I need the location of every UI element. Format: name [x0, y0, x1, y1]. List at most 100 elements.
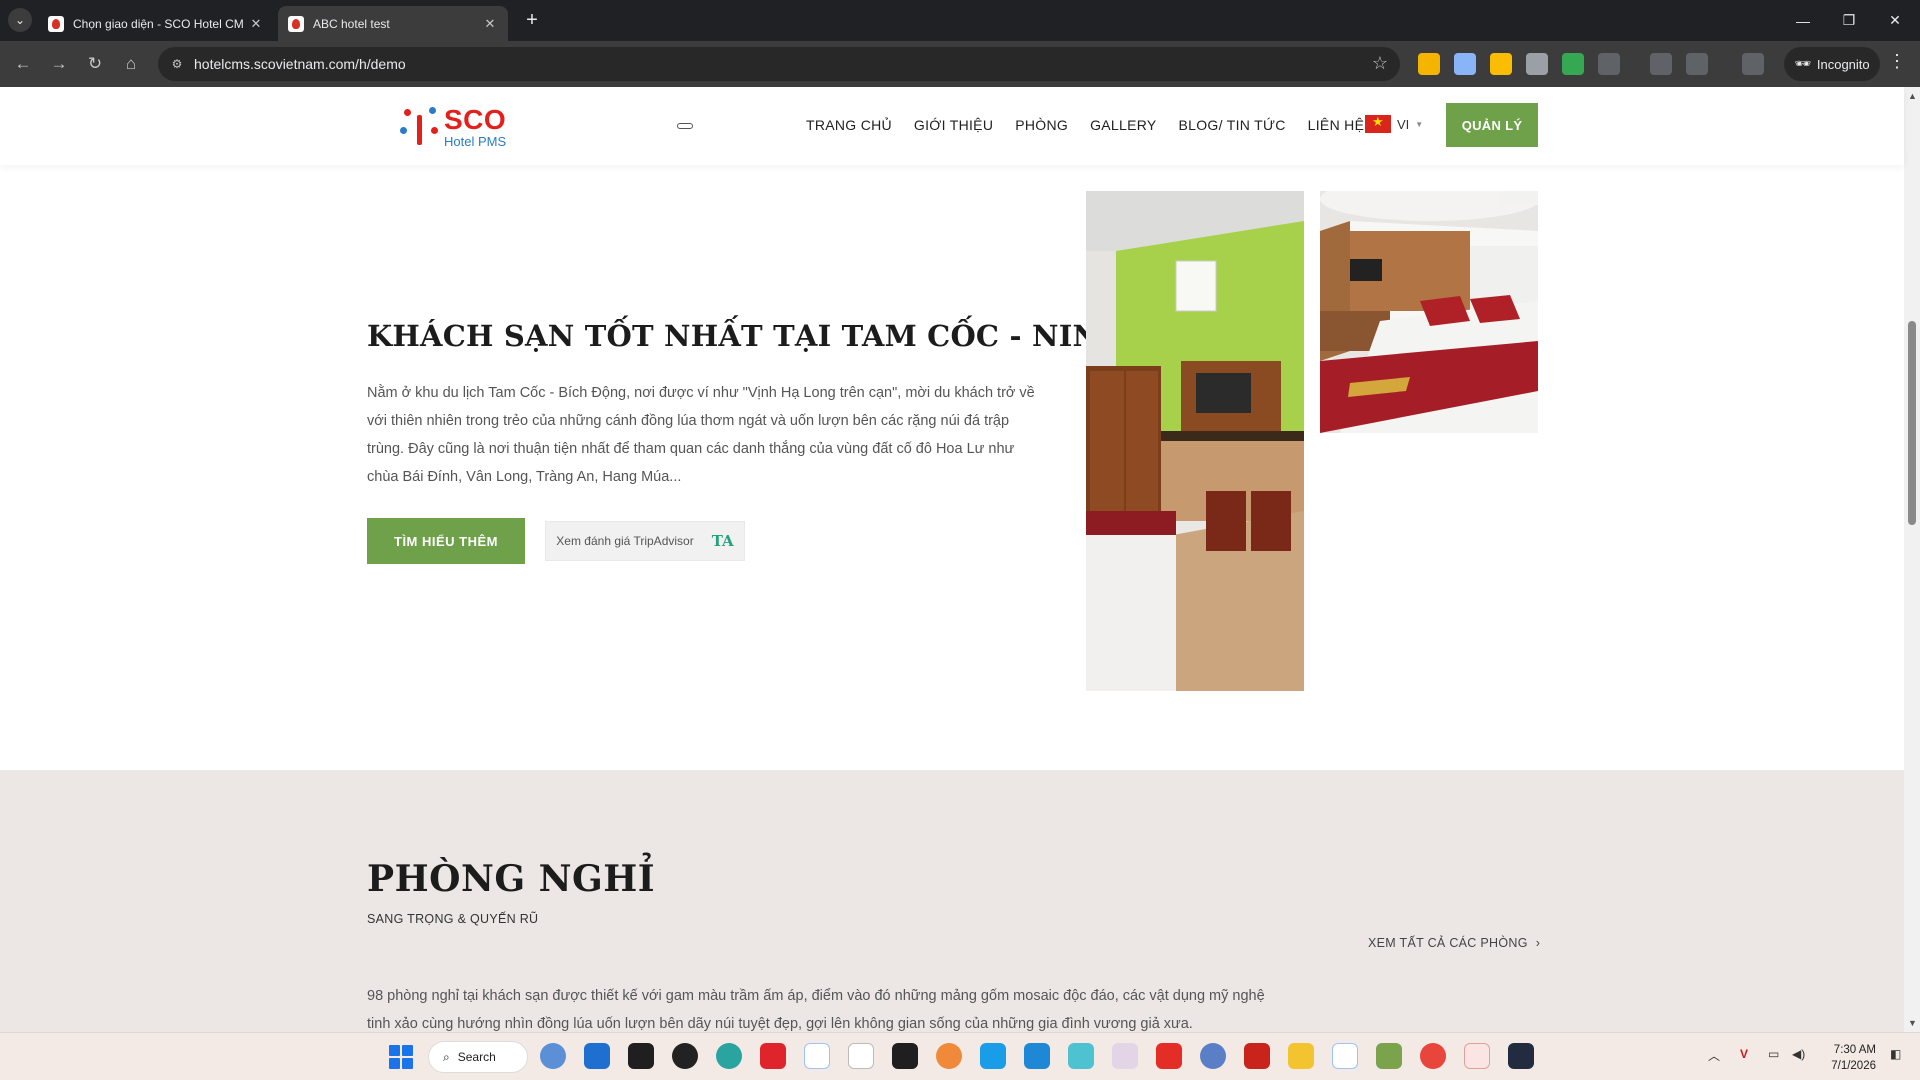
- new-tab-plus-icon[interactable]: +: [520, 8, 544, 32]
- taskbar-search-label: Search: [457, 1050, 496, 1064]
- tripadvisor-icon: TA: [711, 532, 734, 550]
- app-dark-icon[interactable]: [1508, 1043, 1534, 1069]
- room-photo-2: [1320, 191, 1538, 433]
- incognito-label: Incognito: [1816, 56, 1870, 72]
- site-logo[interactable]: SCO Hotel PMS: [400, 105, 520, 149]
- menu-item-home[interactable]: TRANG CHỦ: [806, 117, 892, 133]
- site-favicon-icon: [288, 15, 304, 32]
- browser-tab-1[interactable]: Chọn giao diện - SCO Hotel CM ✕: [38, 6, 274, 41]
- tab-close-icon[interactable]: ✕: [248, 16, 264, 32]
- extension-camera-icon[interactable]: [1526, 53, 1548, 75]
- media-controls-icon[interactable]: [1742, 53, 1764, 75]
- reload-icon[interactable]: ↻: [81, 50, 109, 78]
- home-icon[interactable]: ⌂: [117, 50, 145, 78]
- reading-list-icon[interactable]: [1650, 53, 1672, 75]
- browser-tab-2[interactable]: ABC hotel test ✕: [278, 6, 508, 41]
- manage-button[interactable]: QUẢN LÝ: [1446, 103, 1538, 147]
- app-grid-icon[interactable]: [1112, 1043, 1138, 1069]
- language-selector[interactable]: VI ▼: [1365, 114, 1423, 133]
- chevron-right-icon: ›: [1535, 936, 1541, 950]
- menu-item-contact[interactable]: LIÊN HỆ: [1308, 117, 1365, 133]
- url-text[interactable]: hotelcms.scovietnam.com/h/demo: [194, 56, 406, 72]
- tripadvisor-button[interactable]: Xem đánh giá TripAdvisor TA: [545, 521, 745, 561]
- menu-item-rooms[interactable]: PHÒNG: [1015, 117, 1068, 133]
- cloud-icon[interactable]: [1200, 1043, 1226, 1069]
- edge-icon[interactable]: [716, 1043, 742, 1069]
- file-explorer-icon[interactable]: [1288, 1043, 1314, 1069]
- extension-keep-icon[interactable]: [1418, 53, 1440, 75]
- tray-volume-icon[interactable]: ◀): [1792, 1047, 1805, 1061]
- clock-date: 7/1/2026: [1831, 1060, 1876, 1072]
- minimize-icon[interactable]: —: [1780, 0, 1826, 41]
- incognito-indicator[interactable]: 🕶 Incognito: [1784, 47, 1880, 81]
- extension-screen-icon[interactable]: [1454, 53, 1476, 75]
- taskbar-search[interactable]: ⌕ Search: [428, 1041, 528, 1073]
- extension-leaf-icon[interactable]: [1562, 53, 1584, 75]
- learn-more-button[interactable]: TÌM HIỂU THÊM: [367, 518, 525, 564]
- tab-title: Chọn giao diện - SCO Hotel CM: [73, 16, 244, 31]
- main-menu: TRANG CHỦ GIỚI THIỆU PHÒNG GALLERY BLOG/…: [806, 117, 1386, 133]
- tab-title: ABC hotel test: [313, 16, 390, 31]
- snipping-tool-icon[interactable]: [848, 1043, 874, 1069]
- filezilla-icon[interactable]: [1244, 1043, 1270, 1069]
- scroll-up-icon[interactable]: ▲: [1908, 91, 1917, 101]
- scroll-down-icon[interactable]: ▼: [1908, 1018, 1917, 1028]
- page-viewport: SCO Hotel PMS TRANG CHỦ GIỚI THIỆU PHÒNG…: [0, 87, 1920, 1032]
- forward-arrow-right-icon[interactable]: →: [45, 50, 73, 78]
- bookmark-star-icon[interactable]: ☆: [1372, 53, 1388, 74]
- tripadvisor-label: Xem đánh giá TripAdvisor: [556, 534, 694, 548]
- browser-toolbar: ← → ↻ ⌂ ⚙ hotelcms.scovietnam.com/h/demo…: [0, 41, 1920, 87]
- app-s-icon[interactable]: [760, 1043, 786, 1069]
- start-windows-icon[interactable]: [389, 1045, 413, 1069]
- browser-tab-strip: ⌄ Chọn giao diện - SCO Hotel CM ✕ ABC ho…: [0, 0, 1920, 41]
- claude-icon[interactable]: [936, 1043, 962, 1069]
- zalo-icon[interactable]: [804, 1043, 830, 1069]
- window-close-icon[interactable]: ✕: [1872, 0, 1918, 41]
- zalo-2-icon[interactable]: [1332, 1043, 1358, 1069]
- extension-sq-icon[interactable]: [1490, 53, 1512, 75]
- chrome-icon[interactable]: [1420, 1043, 1446, 1069]
- app-blue-icon[interactable]: [980, 1043, 1006, 1069]
- notion-icon[interactable]: [892, 1043, 918, 1069]
- menu-item-about[interactable]: GIỚI THIỆU: [914, 117, 993, 133]
- page-scrollbar[interactable]: ▲ ▼: [1904, 87, 1920, 1032]
- logo-mark-icon: [400, 105, 440, 149]
- clickup-icon[interactable]: [540, 1043, 566, 1069]
- logo-subtext: Hotel PMS: [444, 134, 507, 149]
- site-header: SCO Hotel PMS TRANG CHỦ GIỚI THIỆU PHÒNG…: [0, 87, 1904, 165]
- restore-icon[interactable]: ❐: [1826, 0, 1872, 41]
- incognito-icon: 🕶: [1794, 56, 1811, 71]
- tray-v-icon[interactable]: V: [1740, 1047, 1748, 1061]
- menu-item-gallery[interactable]: GALLERY: [1090, 117, 1156, 133]
- notification-icon[interactable]: ◧: [1890, 1047, 1901, 1061]
- clock-time: 7:30 AM: [1833, 1044, 1876, 1056]
- tab-search-chevron-down-icon[interactable]: ⌄: [8, 8, 32, 32]
- tray-chevron-up-icon[interactable]: ︿: [1708, 1047, 1720, 1064]
- tab-close-icon[interactable]: ✕: [482, 16, 498, 32]
- site-favicon-icon: [48, 15, 64, 32]
- menu-toggle-icon[interactable]: [677, 123, 693, 129]
- tray-network-icon[interactable]: ▭: [1768, 1047, 1779, 1061]
- back-arrow-left-icon[interactable]: ←: [9, 50, 37, 78]
- extensions-puzzle-icon[interactable]: [1598, 53, 1620, 75]
- vscode-icon[interactable]: [1024, 1043, 1050, 1069]
- app-green-icon[interactable]: [1376, 1043, 1402, 1069]
- rooms-section: PHÒNG NGHỈ SANG TRỌNG & QUYẾN RŨ XEM TẤT…: [0, 770, 1904, 1032]
- scrollbar-thumb[interactable]: [1908, 321, 1916, 525]
- outlook-icon[interactable]: [584, 1043, 610, 1069]
- taskbar-clock[interactable]: 7:30 AM 7/1/2026: [1824, 1042, 1876, 1074]
- view-all-rooms-label: XEM TẤT CẢ CÁC PHÒNG: [1368, 936, 1528, 950]
- language-code: VI: [1397, 116, 1410, 132]
- view-all-rooms-link[interactable]: XEM TẤT CẢ CÁC PHÒNG ›: [1368, 936, 1540, 950]
- site-info-icon[interactable]: ⚙: [168, 55, 186, 73]
- menu-item-blog[interactable]: BLOG/ TIN TỨC: [1179, 117, 1286, 133]
- sticky-notes-icon[interactable]: [628, 1043, 654, 1069]
- intro-paragraph: Nằm ở khu du lịch Tam Cốc - Bích Động, n…: [367, 385, 1035, 485]
- app-active-icon[interactable]: [1464, 1043, 1490, 1069]
- youtube-icon[interactable]: [1156, 1043, 1182, 1069]
- incognito-hat-icon[interactable]: [1686, 53, 1708, 75]
- browser-menu-icon[interactable]: ⋮: [1888, 51, 1906, 72]
- mail-icon[interactable]: [1068, 1043, 1094, 1069]
- record-icon[interactable]: [672, 1043, 698, 1069]
- address-bar[interactable]: ⚙ hotelcms.scovietnam.com/h/demo ☆: [158, 47, 1400, 81]
